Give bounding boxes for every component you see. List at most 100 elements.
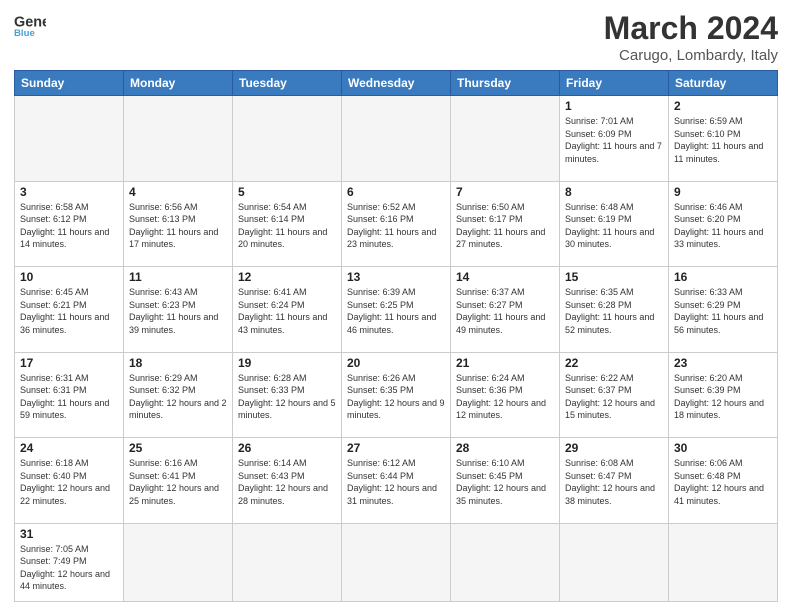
col-tuesday: Tuesday (233, 71, 342, 96)
header: General Blue March 2024 Carugo, Lombardy… (14, 10, 778, 64)
table-row: 8Sunrise: 6:48 AM Sunset: 6:19 PM Daylig… (560, 181, 669, 267)
table-row: 14 Sunrise: 6:37 AM Sunset: 6:27 PM Dayli… (451, 267, 560, 353)
col-wednesday: Wednesday (342, 71, 451, 96)
table-row: 11Sunrise: 6:43 AM Sunset: 6:23 PM Dayli… (124, 267, 233, 353)
day-number: 26 (238, 441, 336, 455)
table-row: 5 Sunrise: 6:54 AM Sunset: 6:14 PM Daylig… (233, 181, 342, 267)
day-info: Sunrise: 6:41 AM Sunset: 6:24 PM Dayligh… (238, 286, 336, 336)
col-friday: Friday (560, 71, 669, 96)
logo-icon: General Blue (14, 10, 46, 38)
week-row-2: 10 Sunrise: 6:45 AM Sunset: 6:21 PM Dayli… (15, 267, 778, 353)
week-row-3: 17Sunrise: 6:31 AM Sunset: 6:31 PM Dayli… (15, 352, 778, 438)
table-row (124, 96, 233, 182)
day-number: 2 (674, 99, 772, 113)
day-number: 31 (20, 527, 118, 541)
day-info: Sunrise: 6:20 AM Sunset: 6:39 PM Dayligh… (674, 372, 772, 422)
table-row: 1 Sunrise: 7:01 AM Sunset: 6:09 PM Daylig… (560, 96, 669, 182)
day-number: 14 (456, 270, 554, 284)
page: General Blue March 2024 Carugo, Lombardy… (0, 0, 792, 612)
day-number: 5 (238, 185, 336, 199)
table-row: 3Sunrise: 6:58 AM Sunset: 6:12 PM Daylig… (15, 181, 124, 267)
day-info: Sunrise: 6:54 AM Sunset: 6:14 PM Dayligh… (238, 201, 336, 251)
day-number: 11 (129, 270, 227, 284)
day-info: Sunrise: 6:46 AM Sunset: 6:20 PM Dayligh… (674, 201, 772, 251)
day-info: Sunrise: 6:08 AM Sunset: 6:47 PM Dayligh… (565, 457, 663, 507)
day-info: Sunrise: 6:16 AM Sunset: 6:41 PM Dayligh… (129, 457, 227, 507)
day-info: Sunrise: 6:45 AM Sunset: 6:21 PM Dayligh… (20, 286, 118, 336)
day-number: 25 (129, 441, 227, 455)
table-row (342, 523, 451, 602)
day-number: 23 (674, 356, 772, 370)
day-number: 13 (347, 270, 445, 284)
table-row (342, 96, 451, 182)
title-block: March 2024 Carugo, Lombardy, Italy (604, 10, 778, 64)
table-row: 7Sunrise: 6:50 AM Sunset: 6:17 PM Daylig… (451, 181, 560, 267)
table-row: 28 Sunrise: 6:10 AM Sunset: 6:45 PM Dayli… (451, 438, 560, 524)
table-row: 21Sunrise: 6:24 AM Sunset: 6:36 PM Dayli… (451, 352, 560, 438)
day-number: 28 (456, 441, 554, 455)
day-info: Sunrise: 7:01 AM Sunset: 6:09 PM Dayligh… (565, 115, 663, 165)
table-row: 30 Sunrise: 6:06 AM Sunset: 6:48 PM Dayli… (669, 438, 778, 524)
day-info: Sunrise: 7:05 AM Sunset: 7:49 PM Dayligh… (20, 543, 118, 593)
table-row: 22Sunrise: 6:22 AM Sunset: 6:37 PM Dayli… (560, 352, 669, 438)
day-info: Sunrise: 6:52 AM Sunset: 6:16 PM Dayligh… (347, 201, 445, 251)
week-row-5: 31 Sunrise: 7:05 AM Sunset: 7:49 PM Dayli… (15, 523, 778, 602)
day-number: 27 (347, 441, 445, 455)
week-row-0: 1 Sunrise: 7:01 AM Sunset: 6:09 PM Daylig… (15, 96, 778, 182)
day-number: 9 (674, 185, 772, 199)
day-number: 18 (129, 356, 227, 370)
day-number: 30 (674, 441, 772, 455)
day-info: Sunrise: 6:35 AM Sunset: 6:28 PM Dayligh… (565, 286, 663, 336)
day-info: Sunrise: 6:26 AM Sunset: 6:35 PM Dayligh… (347, 372, 445, 422)
week-row-4: 24 Sunrise: 6:18 AM Sunset: 6:40 PM Dayli… (15, 438, 778, 524)
col-sunday: Sunday (15, 71, 124, 96)
table-row (669, 523, 778, 602)
day-info: Sunrise: 6:14 AM Sunset: 6:43 PM Dayligh… (238, 457, 336, 507)
col-saturday: Saturday (669, 71, 778, 96)
day-number: 10 (20, 270, 118, 284)
day-info: Sunrise: 6:58 AM Sunset: 6:12 PM Dayligh… (20, 201, 118, 251)
day-number: 16 (674, 270, 772, 284)
day-info: Sunrise: 6:50 AM Sunset: 6:17 PM Dayligh… (456, 201, 554, 251)
calendar-header-row: Sunday Monday Tuesday Wednesday Thursday… (15, 71, 778, 96)
day-info: Sunrise: 6:56 AM Sunset: 6:13 PM Dayligh… (129, 201, 227, 251)
col-thursday: Thursday (451, 71, 560, 96)
day-number: 22 (565, 356, 663, 370)
table-row: 9 Sunrise: 6:46 AM Sunset: 6:20 PM Daylig… (669, 181, 778, 267)
day-info: Sunrise: 6:28 AM Sunset: 6:33 PM Dayligh… (238, 372, 336, 422)
table-row: 15 Sunrise: 6:35 AM Sunset: 6:28 PM Dayli… (560, 267, 669, 353)
logo: General Blue (14, 10, 46, 38)
table-row (233, 96, 342, 182)
day-info: Sunrise: 6:59 AM Sunset: 6:10 PM Dayligh… (674, 115, 772, 165)
day-number: 15 (565, 270, 663, 284)
day-info: Sunrise: 6:06 AM Sunset: 6:48 PM Dayligh… (674, 457, 772, 507)
table-row: 6 Sunrise: 6:52 AM Sunset: 6:16 PM Daylig… (342, 181, 451, 267)
table-row: 25 Sunrise: 6:16 AM Sunset: 6:41 PM Dayli… (124, 438, 233, 524)
day-number: 24 (20, 441, 118, 455)
day-info: Sunrise: 6:10 AM Sunset: 6:45 PM Dayligh… (456, 457, 554, 507)
day-number: 1 (565, 99, 663, 113)
table-row (124, 523, 233, 602)
table-row (451, 523, 560, 602)
table-row (451, 96, 560, 182)
day-info: Sunrise: 6:37 AM Sunset: 6:27 PM Dayligh… (456, 286, 554, 336)
table-row: 2 Sunrise: 6:59 AM Sunset: 6:10 PM Daylig… (669, 96, 778, 182)
table-row: 19Sunrise: 6:28 AM Sunset: 6:33 PM Dayli… (233, 352, 342, 438)
month-title: March 2024 (604, 10, 778, 47)
day-info: Sunrise: 6:24 AM Sunset: 6:36 PM Dayligh… (456, 372, 554, 422)
table-row (15, 96, 124, 182)
day-number: 17 (20, 356, 118, 370)
day-number: 6 (347, 185, 445, 199)
day-number: 29 (565, 441, 663, 455)
table-row: 13Sunrise: 6:39 AM Sunset: 6:25 PM Dayli… (342, 267, 451, 353)
table-row (233, 523, 342, 602)
table-row: 23 Sunrise: 6:20 AM Sunset: 6:39 PM Dayli… (669, 352, 778, 438)
col-monday: Monday (124, 71, 233, 96)
day-info: Sunrise: 6:18 AM Sunset: 6:40 PM Dayligh… (20, 457, 118, 507)
day-number: 4 (129, 185, 227, 199)
table-row: 20Sunrise: 6:26 AM Sunset: 6:35 PM Dayli… (342, 352, 451, 438)
day-info: Sunrise: 6:48 AM Sunset: 6:19 PM Dayligh… (565, 201, 663, 251)
table-row (560, 523, 669, 602)
table-row: 26 Sunrise: 6:14 AM Sunset: 6:43 PM Dayli… (233, 438, 342, 524)
table-row: 24 Sunrise: 6:18 AM Sunset: 6:40 PM Dayli… (15, 438, 124, 524)
